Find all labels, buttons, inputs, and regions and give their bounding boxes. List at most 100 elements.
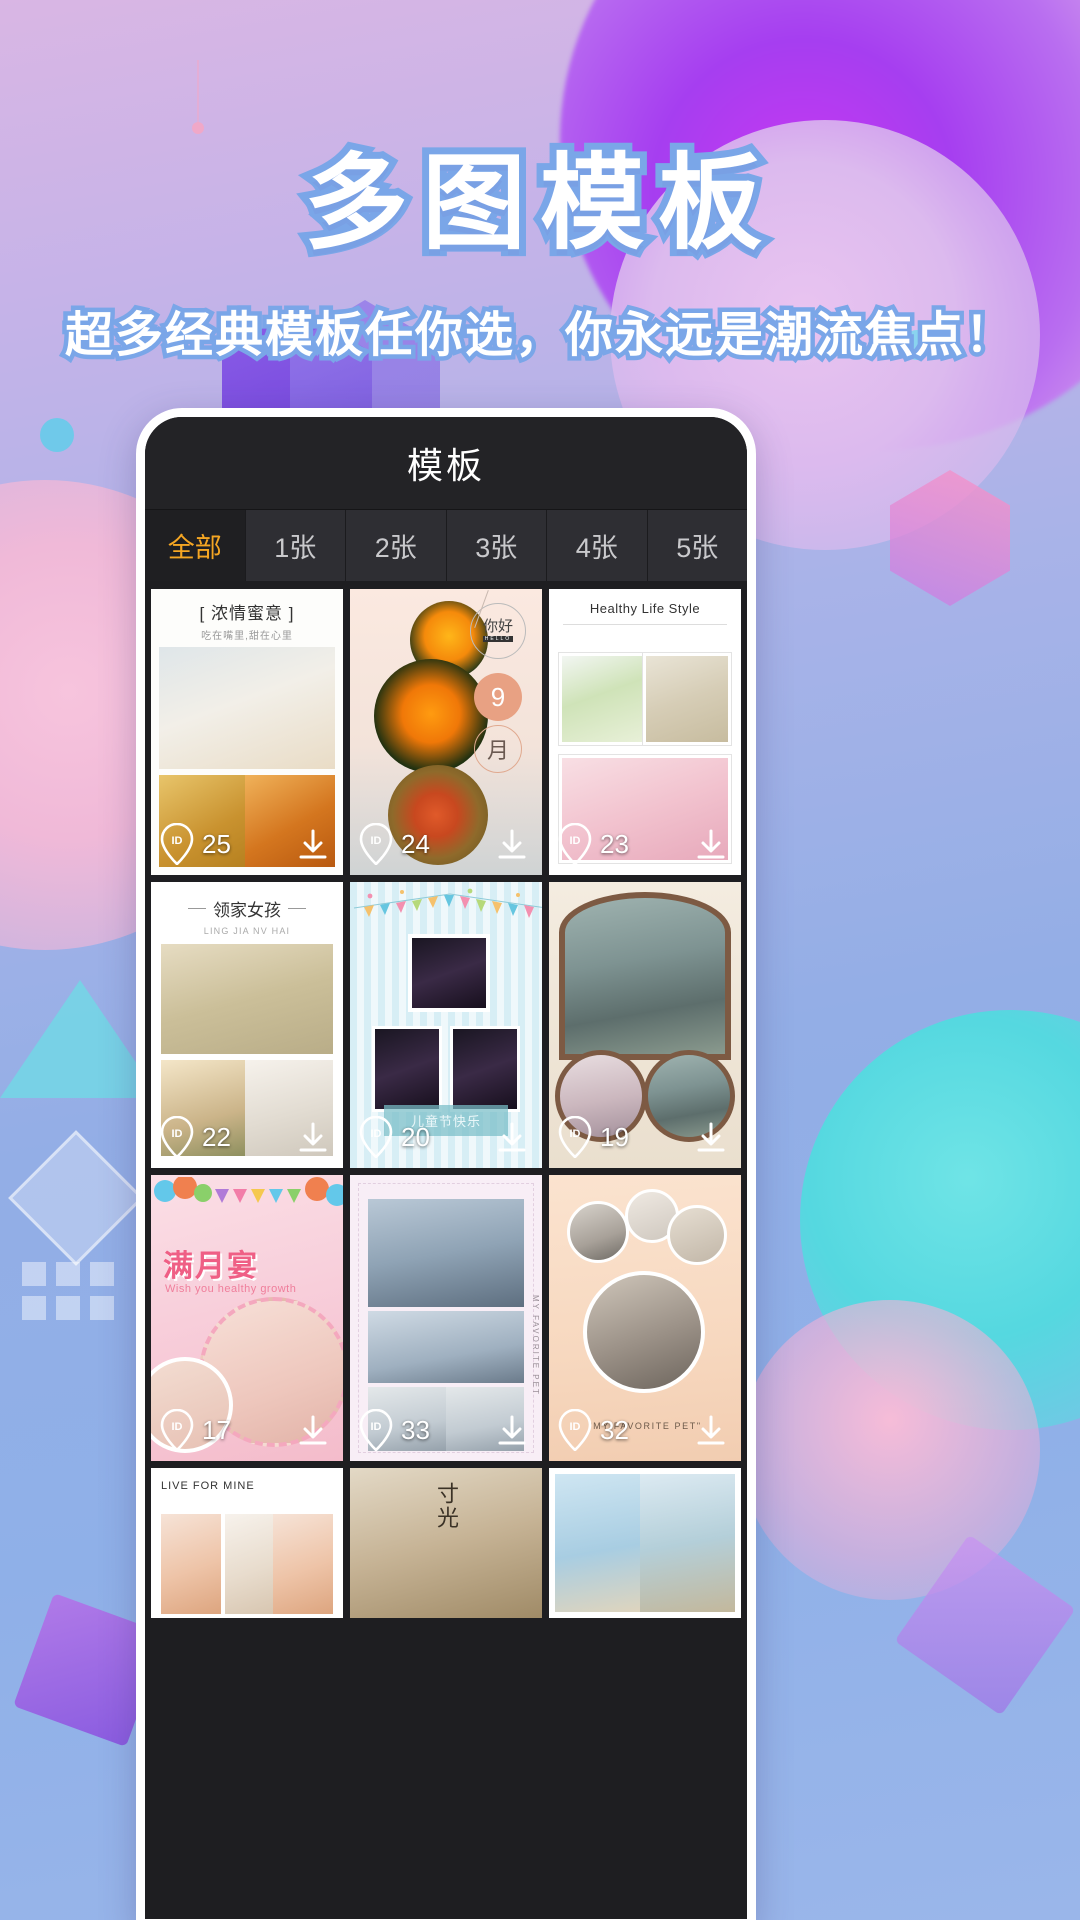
template-card[interactable]: [ 浓情蜜意 ] 吃在嘴里,甜在心里 ID 25 — [151, 589, 343, 875]
bg-dot-grid — [22, 1262, 114, 1320]
template-id-number: 17 — [202, 1414, 231, 1445]
app-header: 模板 — [145, 417, 747, 509]
bunting-icon — [353, 888, 542, 918]
template-id-badge: ID 25 — [160, 823, 231, 865]
template-id-badge: ID 22 — [160, 1116, 231, 1158]
template-card[interactable]: ID 19 — [549, 882, 741, 1168]
tab-5-photos[interactable]: 5张 — [647, 510, 747, 581]
id-pin-icon: ID — [160, 1409, 194, 1451]
svg-text:ID: ID — [570, 835, 581, 847]
template-card[interactable]: LIVE FOR MINE — [151, 1468, 343, 1618]
download-icon — [293, 825, 333, 865]
template-id-badge: ID 32 — [558, 1409, 629, 1451]
template-month-label: 月 — [474, 725, 522, 773]
download-button[interactable] — [293, 1118, 333, 1158]
download-icon — [492, 825, 532, 865]
svg-text:ID: ID — [570, 1128, 581, 1140]
download-button[interactable] — [691, 825, 731, 865]
promo-text-block: 多图模板 超多经典模板任你选，你永远是潮流焦点！ — [0, 118, 1080, 368]
template-card[interactable]: Healthy Life Style ID 23 — [549, 589, 741, 875]
download-button[interactable] — [691, 1118, 731, 1158]
svg-text:ID: ID — [172, 1128, 183, 1140]
template-id-badge: ID 17 — [160, 1409, 231, 1451]
download-button[interactable] — [492, 825, 532, 865]
balloons-icon — [154, 1177, 343, 1206]
tab-4-photos[interactable]: 4张 — [547, 510, 648, 581]
promo-title: 多图模板 — [297, 135, 776, 271]
template-month-number: 9 — [474, 673, 522, 721]
download-icon — [293, 1411, 333, 1451]
template-title: MY FAVORITE PET — [531, 1295, 540, 1396]
template-id-badge: ID 20 — [359, 1116, 430, 1158]
svg-text:ID: ID — [371, 835, 382, 847]
download-icon — [691, 825, 731, 865]
download-icon — [691, 1118, 731, 1158]
template-id-badge: ID 23 — [558, 823, 629, 865]
svg-text:ID: ID — [570, 1421, 581, 1433]
id-pin-icon: ID — [359, 1409, 393, 1451]
id-pin-icon: ID — [558, 1409, 592, 1451]
template-card[interactable] — [549, 1468, 741, 1618]
template-subtitle: HELLO — [482, 635, 514, 642]
tab-3-photos[interactable]: 3张 — [446, 510, 547, 581]
tab-all[interactable]: 全部 — [145, 510, 246, 581]
tab-2-photos[interactable]: 2张 — [346, 510, 447, 581]
phone-mockup: 模板 全部 1张 2张 3张 4张 5张 [ 浓情蜜意 ] 吃在嘴里,甜在心里 … — [136, 408, 756, 1920]
id-pin-icon: ID — [359, 823, 393, 865]
download-button[interactable] — [691, 1411, 731, 1451]
template-id-badge: ID 19 — [558, 1116, 629, 1158]
id-pin-icon: ID — [160, 1116, 194, 1158]
template-id-number: 22 — [202, 1121, 231, 1152]
download-icon — [293, 1118, 333, 1158]
template-card[interactable]: MY FAVORITE PET ID 33 — [350, 1175, 542, 1461]
template-id-number: 23 — [600, 828, 629, 859]
template-id-number: 32 — [600, 1414, 629, 1445]
download-button[interactable] — [293, 1411, 333, 1451]
template-card[interactable]: 儿童节快乐 ID 20 — [350, 882, 542, 1168]
svg-text:ID: ID — [172, 835, 183, 847]
id-pin-icon: ID — [558, 823, 592, 865]
download-icon — [492, 1118, 532, 1158]
download-button[interactable] — [492, 1118, 532, 1158]
bg-square-outline — [8, 1130, 144, 1266]
template-title: 寸光 — [434, 1482, 459, 1530]
template-id-number: 20 — [401, 1121, 430, 1152]
tab-1-photo[interactable]: 1张 — [245, 510, 346, 581]
template-card[interactable]: "MY FAVORITE PET" ID 32 — [549, 1175, 741, 1461]
template-id-number: 19 — [600, 1121, 629, 1152]
filter-tab-bar[interactable]: 全部 1张 2张 3张 4张 5张 — [145, 509, 747, 581]
template-title: LIVE FOR MINE — [161, 1480, 255, 1492]
download-icon — [492, 1411, 532, 1451]
template-subtitle: 吃在嘴里,甜在心里 — [201, 631, 293, 642]
template-subtitle: LING JIA NV HAI — [203, 926, 291, 936]
download-button[interactable] — [293, 825, 333, 865]
download-icon — [691, 1411, 731, 1451]
template-title: 你好 — [482, 618, 513, 636]
svg-text:ID: ID — [172, 1421, 183, 1433]
svg-text:ID: ID — [371, 1128, 382, 1140]
template-card[interactable]: 满月宴 Wish you healthy growth ID 17 — [151, 1175, 343, 1461]
template-title: 领家女孩 — [213, 901, 281, 920]
template-id-badge: ID 24 — [359, 823, 430, 865]
template-title: Healthy Life Style — [589, 601, 701, 616]
template-grid: [ 浓情蜜意 ] 吃在嘴里,甜在心里 ID 25 你好 HELLO 9 月 ID… — [145, 581, 747, 1626]
template-id-number: 24 — [401, 828, 430, 859]
id-pin-icon: ID — [359, 1116, 393, 1158]
template-card[interactable]: 寸光 — [350, 1468, 542, 1618]
id-pin-icon: ID — [160, 823, 194, 865]
template-card[interactable]: 你好 HELLO 9 月 ID 24 — [350, 589, 542, 875]
id-pin-icon: ID — [558, 1116, 592, 1158]
template-subtitle: Wish you healthy growth — [165, 1283, 297, 1295]
template-title: 满月宴 — [163, 1250, 259, 1283]
template-title: [ 浓情蜜意 ] — [199, 604, 295, 623]
bg-dot-blue-left — [40, 418, 74, 452]
template-id-badge: ID 33 — [359, 1409, 430, 1451]
download-button[interactable] — [492, 1411, 532, 1451]
template-id-number: 25 — [202, 828, 231, 859]
bg-pendant-line — [197, 60, 199, 122]
template-id-number: 33 — [401, 1414, 430, 1445]
page-title: 模板 — [406, 445, 485, 486]
template-card[interactable]: 领家女孩 LING JIA NV HAI ID 22 — [151, 882, 343, 1168]
promo-subtitle: 超多经典模板任你选，你永远是潮流焦点！ — [60, 303, 1017, 368]
svg-text:ID: ID — [371, 1421, 382, 1433]
